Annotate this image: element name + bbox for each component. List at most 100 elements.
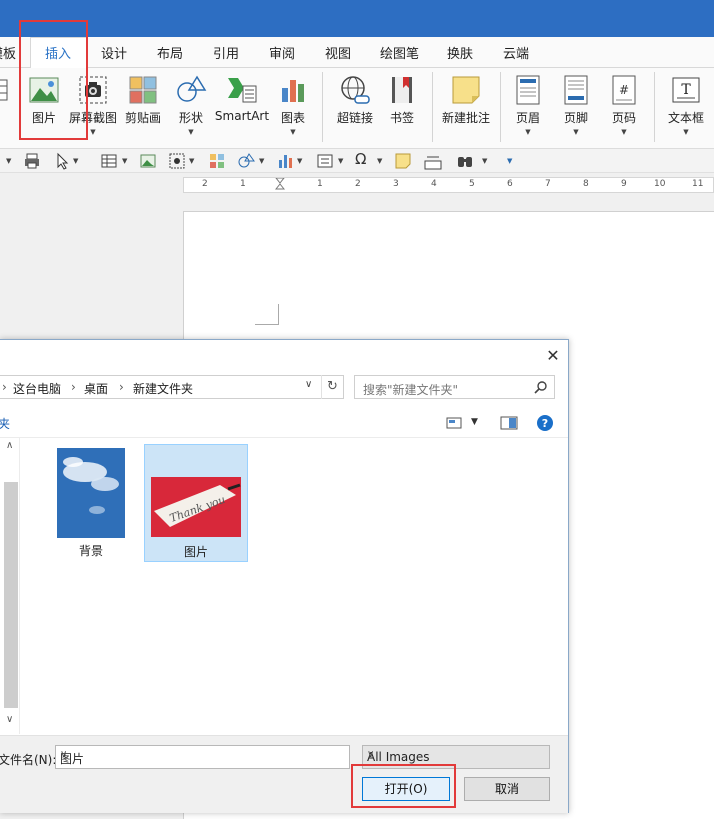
new-comment-button[interactable]: 新建批注: [440, 70, 492, 146]
page-number-button[interactable]: # 页码 ▼: [604, 70, 644, 146]
scroll-up-icon[interactable]: ∧: [6, 440, 13, 451]
ribbon-tab-bar: 模板 插入 设计 布局 引用 审阅 视图 绘图笔 换肤 云端: [0, 37, 714, 69]
table-icon[interactable]: [100, 152, 118, 170]
tab-skin[interactable]: 换肤: [447, 43, 473, 62]
chevron-down-icon[interactable]: ▼: [73, 157, 78, 165]
chevron-down-icon[interactable]: ∨: [305, 379, 312, 390]
pointer-icon[interactable]: [54, 152, 72, 170]
tab-cloud[interactable]: 云端: [503, 43, 529, 62]
file-item-background[interactable]: 背景: [39, 444, 143, 562]
sky-thumbnail: [57, 448, 125, 538]
view-options-icon[interactable]: [446, 417, 462, 429]
refresh-icon[interactable]: ↻: [321, 375, 343, 399]
breadcrumb-desktop[interactable]: 桌面: [84, 380, 108, 397]
spelling-icon[interactable]: [424, 152, 442, 170]
file-name: 图片: [183, 545, 208, 559]
ribbon-partial-item[interactable]: [0, 70, 10, 146]
scroll-down-icon[interactable]: ∨: [6, 714, 13, 725]
bookmark-button[interactable]: 书签: [382, 70, 422, 146]
ruler-label: 1: [317, 179, 323, 189]
omega-symbol-icon[interactable]: Ω: [355, 150, 366, 168]
new-comment-label: 新建批注: [441, 111, 490, 125]
chart-button[interactable]: 图表 ▼: [274, 70, 312, 146]
tab-review[interactable]: 审阅: [269, 43, 295, 62]
picture-icon: [29, 77, 59, 103]
tab-insert[interactable]: 插入: [45, 43, 71, 62]
shapes-icon: [177, 75, 207, 102]
chevron-down-icon[interactable]: ∨: [60, 749, 345, 760]
table-icon: [0, 79, 8, 101]
header-button[interactable]: 页眉 ▼: [508, 70, 548, 146]
chevron-down-icon[interactable]: ▼: [482, 157, 487, 165]
ribbon-separator: [654, 72, 655, 142]
hyperlink-button[interactable]: 超链接: [334, 70, 376, 146]
breadcrumb-folder[interactable]: 新建文件夹: [133, 380, 193, 397]
camera-icon: [79, 76, 107, 104]
file-item-picture[interactable]: Thank you 图片: [144, 444, 248, 562]
chevron-down-icon[interactable]: ▼: [259, 157, 264, 165]
chevron-down-icon: ▼: [683, 128, 689, 136]
tab-draw[interactable]: 绘图笔: [380, 43, 419, 62]
camera-icon[interactable]: [168, 152, 186, 170]
binoculars-icon[interactable]: [456, 152, 474, 170]
chevron-down-icon[interactable]: ▼: [338, 157, 343, 165]
ruler-label: 1: [240, 179, 246, 189]
smartart-button[interactable]: SmartArt: [214, 70, 270, 146]
file-type-select[interactable]: All Images ∨: [362, 745, 550, 769]
chevron-down-icon[interactable]: ▼: [471, 417, 478, 427]
screenshot-label: 屏幕截图: [68, 111, 117, 125]
horizontal-ruler[interactable]: 2 1 1 2 3 4 5 6 7 8 9 10 11: [183, 177, 714, 193]
navigation-pane[interactable]: ∧ ∨: [0, 438, 20, 734]
svg-text:T: T: [681, 82, 691, 98]
ruler-label: 4: [431, 179, 437, 189]
insert-picture-button[interactable]: 图片: [24, 70, 64, 146]
clipart-icon[interactable]: [208, 152, 226, 170]
file-list: 背景 Thank you 图片: [21, 438, 568, 734]
breadcrumb-this-pc[interactable]: 这台电脑: [13, 380, 61, 397]
tab-layout[interactable]: 布局: [157, 43, 183, 62]
ruler-label: 2: [202, 179, 208, 189]
footer-button[interactable]: 页脚 ▼: [556, 70, 596, 146]
open-button[interactable]: 打开(O): [362, 777, 450, 801]
screenshot-button[interactable]: 屏幕截图 ▼: [67, 70, 119, 146]
shapes-button[interactable]: 形状 ▼: [171, 70, 211, 146]
chevron-down-icon[interactable]: ▼: [6, 157, 11, 165]
tab-view[interactable]: 视图: [325, 43, 351, 62]
textbox-button[interactable]: T 文本框 ▼: [664, 70, 708, 146]
picture-icon[interactable]: [139, 152, 157, 170]
textbox-icon[interactable]: [316, 152, 334, 170]
preview-pane-icon[interactable]: [500, 416, 518, 430]
clipart-button[interactable]: 剪贴画: [123, 70, 163, 146]
page-number-label: 页码: [611, 111, 636, 125]
sticky-note-icon: [452, 76, 480, 104]
chevron-down-icon[interactable]: ▼: [297, 157, 302, 165]
ruler-label: 9: [621, 179, 627, 189]
ruler-label: 6: [507, 179, 513, 189]
shapes-icon[interactable]: [237, 152, 255, 170]
ruler-label: 8: [583, 179, 589, 189]
tab-design[interactable]: 设计: [101, 43, 127, 62]
nav-scrollbar-thumb[interactable]: [4, 482, 18, 708]
address-bar[interactable]: › 这台电脑 › 桌面 › 新建文件夹 ∨: [0, 375, 344, 399]
close-button[interactable]: ✕: [540, 344, 566, 368]
filename-input[interactable]: 图片 ∨: [55, 745, 350, 769]
search-input[interactable]: 搜索"新建文件夹": [354, 375, 555, 399]
globe-link-icon: [341, 76, 370, 104]
help-icon[interactable]: ?: [536, 414, 554, 432]
chevron-down-icon[interactable]: ▼: [189, 157, 194, 165]
chevron-down-icon: ▼: [90, 128, 96, 136]
chevron-down-icon[interactable]: ▼: [122, 157, 127, 165]
ribbon-insert: 图片 屏幕截图 ▼ 剪贴画 形状 ▼ SmartArt 图表 ▼ 超链接 书签 …: [0, 68, 714, 149]
chart-icon: [282, 80, 304, 102]
sticky-note-icon[interactable]: [394, 152, 412, 170]
cancel-button[interactable]: 取消: [464, 777, 550, 801]
indent-marker-icon[interactable]: [275, 178, 285, 193]
print-icon[interactable]: [23, 152, 41, 170]
chart-icon[interactable]: [276, 152, 294, 170]
chevron-down-icon[interactable]: ▼: [377, 157, 382, 165]
toolbar-options-icon[interactable]: ▼: [507, 157, 512, 165]
new-folder-button[interactable]: 夹: [0, 415, 10, 432]
tab-template[interactable]: 模板: [0, 43, 16, 62]
chevron-down-icon: ▼: [290, 128, 296, 136]
tab-references[interactable]: 引用: [213, 43, 239, 62]
